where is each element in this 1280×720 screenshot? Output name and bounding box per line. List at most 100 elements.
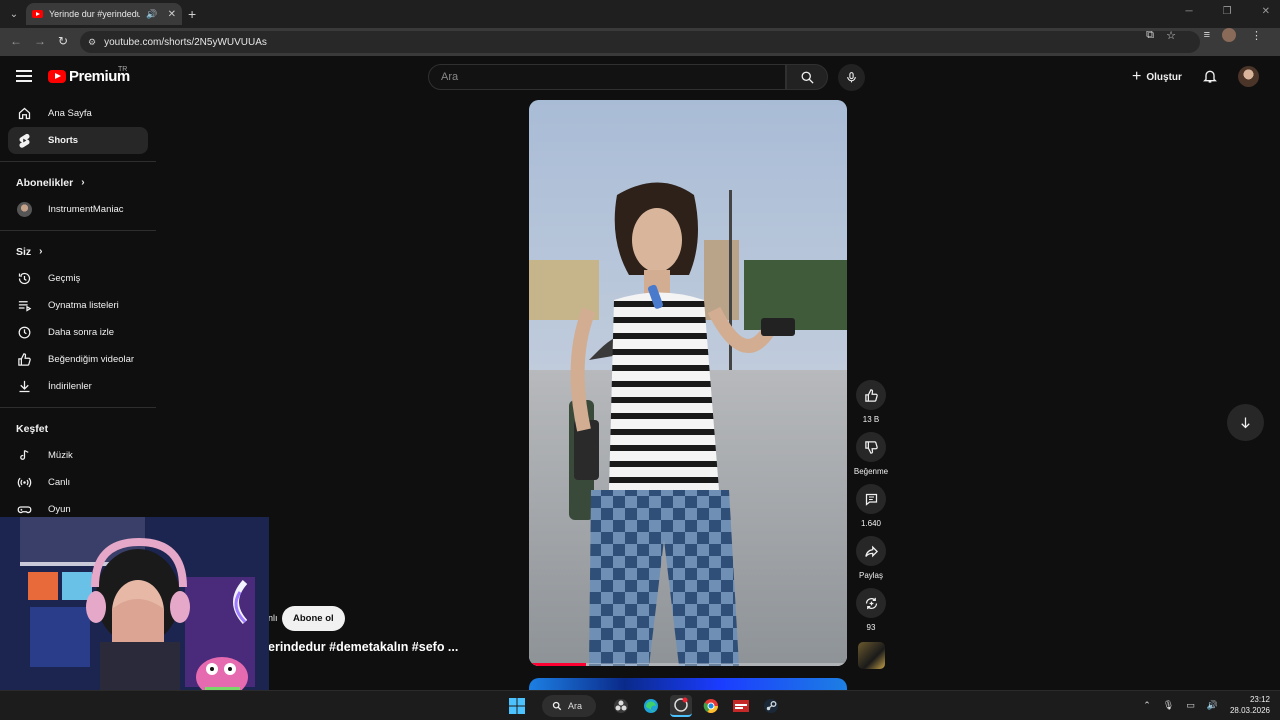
audio-track-thumbnail[interactable] [857, 642, 885, 669]
short-title[interactable]: erindedur #demetakalın #sefo ... [268, 640, 458, 654]
sidebar-item-watch-later[interactable]: Daha sonra izle [8, 319, 148, 346]
profile-avatar-icon[interactable] [1222, 28, 1236, 42]
bookmark-star-icon[interactable]: ☆ [1166, 29, 1176, 42]
start-button[interactable] [506, 695, 528, 717]
sidebar-item-liked-videos[interactable]: Beğendiğim videolar [8, 346, 148, 373]
site-info-icon[interactable]: ⚙ [88, 37, 96, 48]
taskbar-apps: Ara [506, 695, 782, 717]
minimize-icon[interactable]: ─ [1186, 6, 1193, 17]
subscriptions-heading[interactable]: Abonelikler › [0, 169, 156, 196]
share-action: Paylaş [856, 536, 886, 580]
remix-button[interactable] [856, 588, 886, 618]
sidebar-item-label: Müzik [48, 450, 73, 461]
downloads-icon [16, 379, 32, 395]
sidebar-item-shorts[interactable]: Shorts [8, 127, 148, 154]
edge-app-icon[interactable] [640, 695, 662, 717]
taskbar: Ara ⌃ 🎙 ▭ 🔊 23:12 28.03.2026 [0, 690, 1280, 720]
sidebar-item-downloads[interactable]: İndirilenler [8, 373, 148, 400]
display-tray-icon[interactable]: ▭ [1186, 700, 1195, 711]
search-button[interactable] [786, 64, 828, 90]
volume-icon[interactable]: 🔊 [1207, 700, 1218, 711]
steam-app-icon[interactable] [760, 695, 782, 717]
forward-icon[interactable]: → [34, 34, 46, 48]
install-icon[interactable]: ⧉ [1146, 29, 1154, 42]
sidebar-item-history[interactable]: Geçmiş [8, 265, 148, 292]
voice-search-button[interactable] [838, 64, 865, 91]
back-icon[interactable]: ← [10, 34, 22, 48]
sidebar-item-playlists[interactable]: Oynatma listeleri [8, 292, 148, 319]
notifications-button[interactable] [1202, 68, 1218, 89]
obs-app-icon[interactable] [610, 695, 632, 717]
create-label: Oluştur [1146, 71, 1182, 83]
share-label: Paylaş [858, 571, 883, 580]
close-window-icon[interactable]: ✕ [1262, 6, 1270, 17]
comment-action: 1.640 [856, 484, 886, 528]
reload-icon[interactable]: ↻ [58, 34, 68, 48]
sidebar: Ana Sayfa Shorts Abonelikler › Instrumen… [0, 100, 156, 523]
new-tab-icon[interactable]: + [188, 6, 196, 22]
url-text: youtube.com/shorts/2N5yWUVUUAs [104, 36, 267, 48]
speaker-icon[interactable]: 🔊 [146, 9, 157, 20]
sidebar-item-subscription[interactable]: InstrumentManiac [8, 196, 148, 223]
video-frame [529, 100, 847, 666]
menu-kebab-icon[interactable]: ⋮ [1251, 29, 1262, 42]
video-progress-fill [529, 663, 587, 666]
sidebar-item-home[interactable]: Ana Sayfa [8, 100, 148, 127]
next-short-button[interactable] [1227, 404, 1264, 441]
you-heading[interactable]: Siz › [0, 238, 156, 265]
watch-later-icon [16, 325, 32, 341]
taskbar-search[interactable]: Ara [542, 695, 597, 717]
account-avatar[interactable] [1238, 66, 1259, 87]
sidebar-item-label: Beğendiğim videolar [48, 354, 135, 365]
sidebar-item-label: Ana Sayfa [48, 108, 92, 119]
shorts-actions: 13 B Beğenme 1.640 Paylaş 93 [850, 380, 892, 669]
subscribe-button[interactable]: Abone ol [282, 606, 345, 631]
browser-tab-strip: ⌄ Yerinde dur #yerindedur #d 🔊 ✕ + ─ ❐ ✕ [0, 0, 1280, 28]
browser-toolbar: ← → ↻ ⚙ youtube.com/shorts/2N5yWUVUUAs ⧉… [0, 28, 1280, 56]
share-button[interactable] [856, 536, 886, 566]
clock-time: 23:12 [1249, 695, 1270, 704]
taskbar-search-label: Ara [568, 701, 583, 711]
search-input[interactable] [441, 71, 785, 83]
sidebar-item-live[interactable]: Canlı [8, 469, 148, 496]
restore-icon[interactable]: ❐ [1223, 6, 1232, 17]
chevron-right-icon: › [39, 246, 43, 257]
microphone-icon [847, 72, 856, 83]
menu-icon[interactable] [16, 70, 32, 82]
video-progress-bar[interactable] [529, 663, 847, 666]
channel-avatar [16, 202, 32, 217]
create-button[interactable]: + Oluştur [1124, 66, 1190, 88]
sidebar-item-music[interactable]: Müzik [8, 442, 148, 469]
shorts-icon [16, 133, 32, 149]
bell-icon [1203, 70, 1217, 83]
search-icon [801, 71, 814, 84]
home-icon [16, 106, 32, 122]
browser-app-icon[interactable] [670, 695, 693, 717]
channel-name[interactable]: nlı [268, 613, 278, 623]
media-control-icon[interactable]: ≡ [1204, 29, 1210, 41]
playlists-icon [16, 298, 32, 314]
chrome-app-icon[interactable] [700, 695, 722, 717]
close-tab-icon[interactable]: ✕ [168, 9, 176, 20]
tray-overflow-chevron-icon[interactable]: ⌃ [1143, 700, 1151, 711]
like-button[interactable] [856, 380, 886, 410]
you-heading-label: Siz [16, 245, 32, 258]
comments-button[interactable] [856, 484, 886, 514]
liked-icon [16, 352, 32, 368]
youtube-favicon-icon [32, 10, 43, 18]
shorts-video-player[interactable] [529, 100, 847, 666]
stream-tool-app-icon[interactable] [730, 695, 752, 717]
remix-count: 93 [866, 623, 876, 632]
like-action: 13 B [856, 380, 886, 424]
dislike-button[interactable] [856, 432, 886, 462]
browser-tab[interactable]: Yerinde dur #yerindedur #d 🔊 ✕ [26, 3, 182, 25]
next-short-preview[interactable] [529, 678, 847, 690]
history-icon [16, 271, 32, 287]
sidebar-item-label: Canlı [48, 477, 71, 488]
clock[interactable]: 23:12 28.03.2026 [1230, 694, 1270, 716]
subscriptions-heading-label: Abonelikler [16, 176, 74, 189]
address-bar[interactable]: ⚙ youtube.com/shorts/2N5yWUVUUAs [80, 31, 1200, 53]
microphone-tray-icon[interactable]: 🎙 [1163, 700, 1174, 711]
tab-search-chevron-icon[interactable]: ⌄ [4, 5, 24, 23]
sidebar-item-label: Shorts [48, 135, 79, 146]
